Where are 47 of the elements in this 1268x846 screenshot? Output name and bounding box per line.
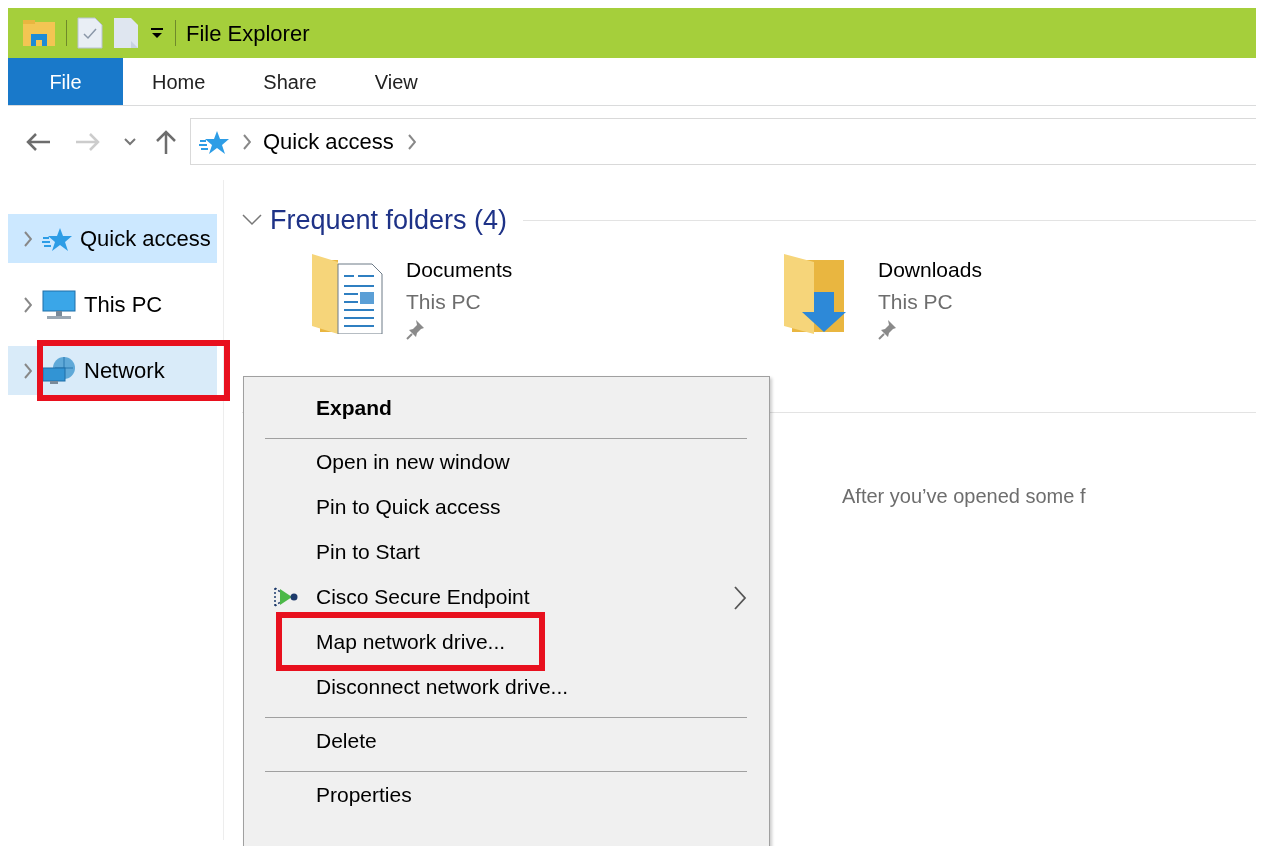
nav-label: Quick access — [80, 225, 211, 253]
nav-item[interactable]: Network — [8, 346, 218, 395]
menu-item[interactable]: Properties — [316, 778, 412, 811]
dropdown-icon[interactable] — [149, 25, 165, 41]
ribbon-tab[interactable]: Share — [234, 58, 346, 105]
menu-item[interactable]: Expand — [316, 391, 392, 424]
back-arrow-icon — [25, 131, 51, 152]
chevron-down-icon — [242, 213, 262, 227]
folder-icon — [312, 254, 384, 334]
ribbon-tab[interactable]: View — [345, 58, 447, 105]
folder-tile[interactable]: Downloads This PC — [784, 254, 1256, 340]
folder-location: This PC — [406, 289, 482, 315]
folder-icon[interactable] — [22, 18, 56, 48]
computer-icon — [42, 289, 76, 320]
folder-name: Documents — [406, 257, 513, 283]
menu-item[interactable]: Pin to Start — [316, 535, 420, 568]
menu-item[interactable]: Delete — [316, 724, 377, 757]
forward-arrow-icon — [75, 131, 101, 152]
address-bar[interactable]: Quick access — [190, 118, 1256, 165]
menu-item[interactable]: Map network drive... — [276, 611, 546, 672]
folder-tile[interactable]: Documents This PC — [312, 254, 784, 340]
window-title: File Explorer — [186, 19, 310, 48]
collapse-button[interactable] — [242, 213, 262, 227]
breadcrumb[interactable]: Quick access — [263, 125, 394, 158]
properties-icon[interactable] — [77, 17, 103, 49]
folder-location: This PC — [878, 289, 954, 315]
nav-item[interactable]: Quick access — [8, 214, 218, 263]
chevron-right-icon[interactable] — [22, 229, 32, 248]
menu-item[interactable]: Cisco Secure Endpoint — [316, 580, 530, 613]
ribbon-tab[interactable]: File — [8, 58, 123, 105]
nav-item[interactable]: This PC — [8, 280, 218, 329]
hint-text: After you’ve opened some f — [842, 484, 1086, 509]
group-title: Frequent folders (4) — [270, 203, 508, 237]
chevron-right-icon[interactable] — [22, 361, 32, 380]
up-arrow-icon — [155, 128, 177, 155]
ribbon-tab[interactable]: Home — [123, 58, 235, 105]
chevron-down-icon — [124, 137, 136, 146]
chevron-right-icon — [241, 132, 251, 151]
folder-name: Downloads — [878, 257, 982, 283]
chevron-right-icon — [405, 132, 416, 151]
network-icon — [42, 355, 76, 386]
menu-item[interactable]: Pin to Quick access — [316, 490, 501, 523]
menu-item[interactable]: Open in new window — [316, 445, 510, 478]
nav-label: This PC — [84, 291, 163, 319]
nav-label: Network — [84, 357, 165, 385]
chevron-right-icon[interactable] — [22, 295, 32, 314]
menu-item[interactable]: Disconnect network drive... — [316, 670, 569, 703]
